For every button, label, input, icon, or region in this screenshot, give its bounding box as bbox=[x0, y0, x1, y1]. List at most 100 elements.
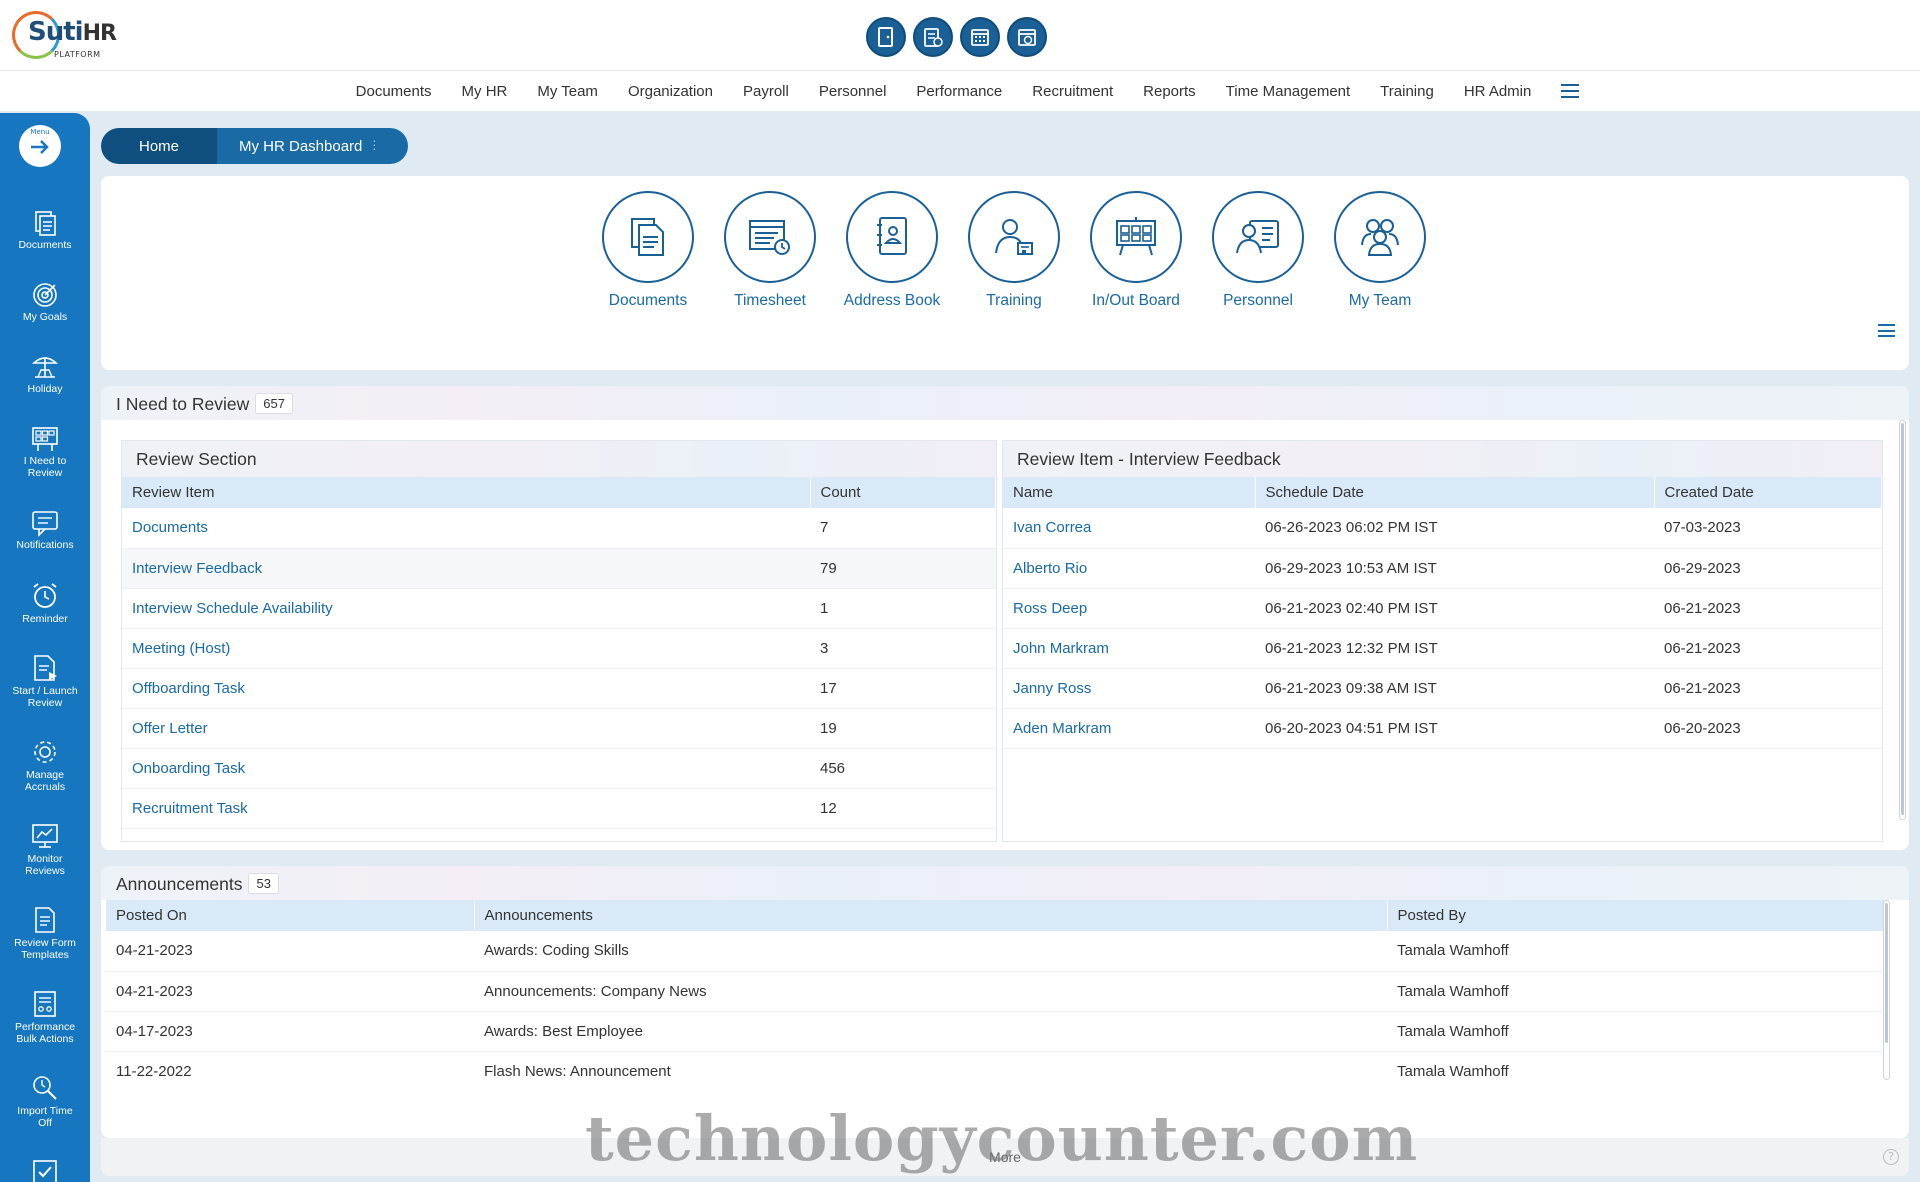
sidebar-item-review-form-templates[interactable]: Review Form Templates bbox=[0, 905, 90, 961]
table-row[interactable]: Documents 7 bbox=[122, 508, 996, 549]
table-row[interactable]: John Markram 06-21-2023 12:32 PM IST 06-21… bbox=[1003, 628, 1882, 669]
announcement-text[interactable]: Awards: Coding Skills bbox=[474, 931, 1387, 972]
posted-on: 04-21-2023 bbox=[106, 931, 474, 972]
sidebar-item-performance-bulk-actions[interactable]: Performance Bulk Actions bbox=[0, 989, 90, 1045]
quick-link-timesheet[interactable]: Timesheet bbox=[709, 191, 831, 310]
table-row[interactable]: Janny Ross 06-21-2023 09:38 AM IST 06-21-2… bbox=[1003, 668, 1882, 709]
review-item-link[interactable]: Offboarding Task bbox=[122, 668, 810, 709]
nav-hr-admin[interactable]: HR Admin bbox=[1449, 83, 1547, 100]
review-section-card: Review Section Review Item Count Documen… bbox=[121, 440, 997, 842]
nav-my-team[interactable]: My Team bbox=[522, 83, 613, 100]
column-header-created-date[interactable]: Created Date bbox=[1654, 477, 1882, 508]
column-header-announcements[interactable]: Announcements bbox=[474, 900, 1388, 931]
nav-payroll[interactable]: Payroll bbox=[728, 83, 804, 100]
candidate-name-link[interactable]: Ivan Correa bbox=[1003, 508, 1255, 549]
help-icon[interactable]: ? bbox=[1883, 1149, 1899, 1165]
calendar-grid-icon[interactable] bbox=[960, 17, 1000, 57]
table-row[interactable]: Offboarding Task 17 bbox=[122, 668, 996, 709]
quick-link-address-book[interactable]: Address Book bbox=[831, 191, 953, 310]
breadcrumb-dots-icon[interactable]: ⋮ bbox=[368, 138, 380, 152]
sidebar-item-monitor-reviews[interactable]: Monitor Reviews bbox=[0, 821, 90, 877]
quick-link-in-out-board[interactable]: In/Out Board bbox=[1075, 191, 1197, 310]
nav-personnel[interactable]: Personnel bbox=[804, 83, 902, 100]
announcement-text[interactable]: Awards: Best Employee bbox=[474, 1011, 1387, 1052]
quick-link-training[interactable]: Training bbox=[953, 191, 1075, 310]
sutihr-logo[interactable]: SutiHR PLATFORM bbox=[10, 5, 117, 65]
column-header-count[interactable]: Count bbox=[810, 477, 996, 508]
sidebar-item-manage-accruals[interactable]: Manage Accruals bbox=[0, 737, 90, 793]
quick-link-documents[interactable]: Documents bbox=[587, 191, 709, 310]
column-header-posted-by[interactable]: Posted By bbox=[1387, 900, 1889, 931]
candidate-name-link[interactable]: Janny Ross bbox=[1003, 668, 1255, 709]
table-row[interactable]: 04-21-2023 Awards: Coding Skills Tamala Wa… bbox=[106, 931, 1889, 972]
sidebar-item-notifications[interactable]: Notifications bbox=[0, 509, 90, 551]
nav-my-hr[interactable]: My HR bbox=[447, 83, 523, 100]
nav-performance[interactable]: Performance bbox=[901, 83, 1017, 100]
announcement-text[interactable]: Flash News: Announcement bbox=[474, 1051, 1387, 1090]
sidebar-item-checklist[interactable] bbox=[0, 1157, 90, 1182]
quick-links-menu-icon[interactable] bbox=[1878, 324, 1895, 337]
quick-link-my-team[interactable]: My Team bbox=[1319, 191, 1441, 310]
breadcrumb-current[interactable]: My HR Dashboard ⋮ bbox=[217, 128, 409, 164]
schedule-date: 06-20-2023 04:51 PM IST bbox=[1255, 708, 1654, 749]
breadcrumb-home[interactable]: Home bbox=[101, 128, 218, 164]
candidate-name-link[interactable]: Alberto Rio bbox=[1003, 548, 1255, 589]
sidebar-item-documents[interactable]: Documents bbox=[0, 209, 90, 251]
table-row[interactable]: Ross Deep 06-21-2023 02:40 PM IST 06-21-20… bbox=[1003, 588, 1882, 629]
nav-organization[interactable]: Organization bbox=[613, 83, 728, 100]
nav-reports[interactable]: Reports bbox=[1128, 83, 1211, 100]
sidebar-item-import-time-off[interactable]: Import Time Off bbox=[0, 1073, 90, 1129]
quick-links-panel: Documents Timesheet Address Book Trainin… bbox=[101, 176, 1909, 370]
table-row[interactable]: 04-17-2023 Awards: Best Employee Tamala Wa… bbox=[106, 1011, 1889, 1052]
sidebar-item-i-need-to-review[interactable]: I Need to Review bbox=[0, 425, 90, 479]
table-row[interactable]: Interview Feedback 79 bbox=[122, 548, 996, 589]
door-exit-icon[interactable] bbox=[866, 17, 906, 57]
sidebar-item-label: Reminder bbox=[22, 613, 68, 625]
review-item-link[interactable]: Meeting (Host) bbox=[122, 628, 810, 669]
review-item-link[interactable]: Offer Letter bbox=[122, 708, 810, 749]
training-icon bbox=[968, 191, 1060, 283]
column-header-posted-on[interactable]: Posted On bbox=[106, 900, 475, 931]
table-row[interactable]: Meeting (Host) 3 bbox=[122, 628, 996, 669]
candidate-name-link[interactable]: Ross Deep bbox=[1003, 588, 1255, 629]
review-item-link[interactable]: Interview Feedback bbox=[122, 548, 810, 589]
table-row[interactable]: Recruitment Task 12 bbox=[122, 788, 996, 829]
column-header-schedule-date[interactable]: Schedule Date bbox=[1255, 477, 1655, 508]
candidate-name-link[interactable]: John Markram bbox=[1003, 628, 1255, 669]
review-board-icon bbox=[32, 427, 58, 451]
table-row[interactable]: Ivan Correa 06-26-2023 06:02 PM IST 07-03-… bbox=[1003, 508, 1882, 549]
quick-link-label: In/Out Board bbox=[1092, 292, 1180, 309]
table-row[interactable]: 11-22-2022 Flash News: Announcement Tamala… bbox=[106, 1051, 1889, 1090]
nav-documents[interactable]: Documents bbox=[341, 83, 447, 100]
sidebar-menu-toggle[interactable]: Menu bbox=[19, 125, 61, 167]
table-row[interactable]: 04-21-2023 Announcements: Company News Tam… bbox=[106, 971, 1889, 1012]
review-scrollbar[interactable] bbox=[1899, 420, 1906, 820]
sidebar-item-reminder[interactable]: Reminder bbox=[0, 581, 90, 625]
sidebar-item-holiday[interactable]: Holiday bbox=[0, 353, 90, 395]
column-header-review-item[interactable]: Review Item bbox=[122, 477, 811, 508]
review-item-link[interactable]: Documents bbox=[122, 508, 810, 549]
timesheet-calendar-icon[interactable] bbox=[913, 17, 953, 57]
nav-recruitment[interactable]: Recruitment bbox=[1017, 83, 1128, 100]
sidebar-item-my-goals[interactable]: My Goals bbox=[0, 281, 90, 323]
table-row[interactable]: Onboarding Task 456 bbox=[122, 748, 996, 789]
review-item-link[interactable]: Interview Schedule Availability bbox=[122, 588, 810, 629]
column-header-name[interactable]: Name bbox=[1003, 477, 1256, 508]
quick-link-personnel[interactable]: Personnel bbox=[1197, 191, 1319, 310]
review-item-link[interactable]: Recruitment Task bbox=[122, 788, 810, 829]
nav-time-management[interactable]: Time Management bbox=[1211, 83, 1366, 100]
announcements-scrollbar[interactable] bbox=[1883, 900, 1890, 1080]
announcement-text[interactable]: Announcements: Company News bbox=[474, 971, 1387, 1012]
table-row[interactable]: Interview Schedule Availability 1 bbox=[122, 588, 996, 629]
review-item-link[interactable]: Onboarding Task bbox=[122, 748, 810, 789]
nav-training[interactable]: Training bbox=[1365, 83, 1449, 100]
bulk-actions-icon bbox=[34, 991, 56, 1017]
sidebar-item-start-launch-review[interactable]: Start / Launch Review bbox=[0, 653, 90, 709]
table-row[interactable]: Aden Markram 06-20-2023 04:51 PM IST 06-20… bbox=[1003, 708, 1882, 749]
candidate-name-link[interactable]: Aden Markram bbox=[1003, 708, 1255, 749]
table-row[interactable]: Offer Letter 19 bbox=[122, 708, 996, 749]
announcements-table: Posted On Announcements Posted By 04-21-… bbox=[106, 900, 1889, 1090]
table-row[interactable]: Alberto Rio 06-29-2023 10:53 AM IST 06-29-… bbox=[1003, 548, 1882, 589]
calendar-clock-icon[interactable] bbox=[1007, 17, 1047, 57]
nav-more-menu-icon[interactable] bbox=[1561, 84, 1580, 98]
